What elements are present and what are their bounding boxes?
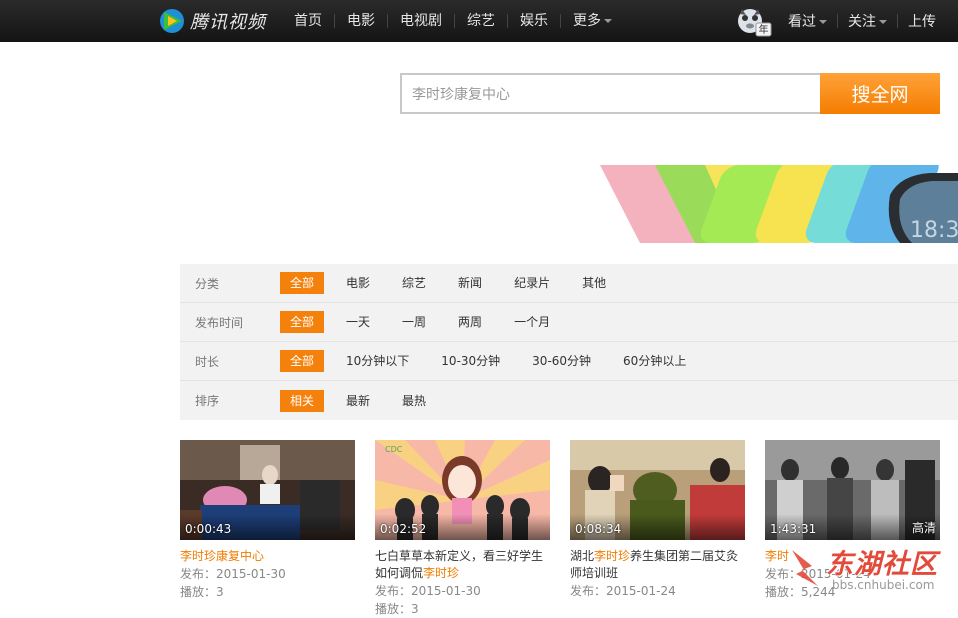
filter-label: 排序	[195, 394, 220, 408]
video-card[interactable]: 0:08:34 湖北李时珍养生集团第二届艾灸师培训班 发布：2015-01-24	[570, 440, 745, 600]
video-thumbnail[interactable]: 0:00:43	[180, 440, 355, 540]
svg-text:CDC: CDC	[385, 445, 403, 454]
watermark-text: 东湖社区	[826, 549, 938, 580]
publish-date: 发布：2015-01-30	[180, 567, 286, 581]
play-logo-icon	[160, 9, 184, 33]
filter-panel: 分类 全部 电影 综艺 新闻 纪录片 其他 发布时间 全部 一天 一周 两周 一…	[180, 264, 958, 420]
filter-option-30-60[interactable]: 30-60分钟	[532, 350, 591, 372]
filter-option-other[interactable]: 其他	[582, 272, 606, 294]
filter-row-publish-time: 发布时间 全部 一天 一周 两周 一个月	[180, 303, 958, 342]
sort-option-hottest[interactable]: 最热	[402, 390, 426, 412]
filter-option-one-day[interactable]: 一天	[346, 311, 370, 333]
filter-row-sort: 排序 相关 最新 最热	[180, 381, 958, 420]
filter-option-all[interactable]: 全部	[280, 272, 325, 294]
logo-text: 腾讯视频	[190, 12, 266, 33]
watermark-url: bbs.cnhubei.com	[832, 578, 935, 592]
filter-options: 全部 一天 一周 两周 一个月	[280, 311, 582, 333]
filter-option-news[interactable]: 新闻	[458, 272, 482, 294]
play-count: 播放：3	[375, 602, 419, 616]
sort-option-relevance[interactable]: 相关	[280, 389, 325, 412]
chevron-down-icon	[819, 20, 827, 24]
title-text: 湖北	[570, 549, 595, 563]
sort-option-latest[interactable]: 最新	[346, 390, 370, 412]
filter-option-variety[interactable]: 综艺	[402, 272, 426, 294]
video-card[interactable]: CDC 0:02:52 七白草草本新定义，看三好学生如何调侃李时珍 发布：201…	[375, 440, 550, 618]
nav-more[interactable]: 更多	[561, 13, 624, 29]
top-bar: 腾讯视频 首页 电影 电视剧 综艺 娱乐 更多 年 看过 关注 上传	[0, 0, 958, 42]
nav-variety[interactable]: 综艺	[455, 13, 507, 29]
user-area: 年 看过 关注 上传	[734, 0, 946, 42]
search-input[interactable]	[402, 75, 820, 112]
nav-movies[interactable]: 电影	[335, 13, 387, 29]
video-duration: 1:43:31	[770, 522, 817, 536]
upload-button[interactable]: 上传	[898, 11, 946, 31]
video-duration: 0:08:34	[575, 522, 622, 536]
filter-label: 时长	[195, 354, 220, 369]
title-highlight: 李时珍	[594, 549, 631, 563]
promo-banner[interactable]: 18:3	[600, 165, 958, 243]
filter-row-duration: 时长 全部 10分钟以下 10-30分钟 30-60分钟 60分钟以上	[180, 342, 958, 381]
video-title[interactable]: 七白草草本新定义，看三好学生如何调侃李时珍	[375, 548, 550, 582]
filter-option-under-10[interactable]: 10分钟以下	[346, 350, 409, 372]
filter-option-one-month[interactable]: 一个月	[514, 311, 550, 333]
search-box	[400, 73, 820, 114]
avatar-badge: 年	[759, 23, 769, 36]
publish-date: 发布：2015-01-24	[570, 584, 676, 598]
publish-date: 发布：2015-01-30	[375, 584, 481, 598]
filter-option-movie[interactable]: 电影	[346, 272, 370, 294]
filter-options: 全部 10分钟以下 10-30分钟 30-60分钟 60分钟以上	[280, 350, 718, 372]
nav-entertainment[interactable]: 娱乐	[508, 13, 560, 29]
video-duration: 0:02:52	[380, 522, 427, 536]
filter-options: 相关 最新 最热	[280, 389, 458, 412]
hd-badge: 高清	[911, 521, 936, 535]
chevron-down-icon	[879, 20, 887, 24]
video-thumbnail[interactable]: 1:43:31 高清	[765, 440, 940, 540]
follow-label: 关注	[848, 14, 876, 30]
video-title[interactable]: 湖北李时珍养生集团第二届艾灸师培训班	[570, 548, 745, 582]
site-watermark: 东湖社区 bbs.cnhubei.com	[760, 540, 958, 600]
main-nav: 首页 电影 电视剧 综艺 娱乐 更多	[282, 0, 624, 42]
chevron-down-icon	[604, 19, 612, 23]
filter-option-documentary[interactable]: 纪录片	[514, 272, 550, 294]
filter-option-two-weeks[interactable]: 两周	[458, 311, 482, 333]
filter-option-one-week[interactable]: 一周	[402, 311, 426, 333]
follow-menu[interactable]: 关注	[838, 11, 897, 31]
video-thumbnail[interactable]: CDC 0:02:52	[375, 440, 550, 540]
avatar[interactable]: 年	[734, 5, 772, 37]
filter-label: 发布时间	[195, 315, 244, 330]
history-menu[interactable]: 看过	[778, 11, 837, 31]
watermark-logo-icon	[792, 550, 818, 586]
history-label: 看过	[788, 14, 816, 30]
play-count: 播放：3	[180, 585, 224, 599]
filter-option-over-60[interactable]: 60分钟以上	[623, 350, 686, 372]
filter-option-all[interactable]: 全部	[280, 311, 325, 333]
filter-options: 全部 电影 综艺 新闻 纪录片 其他	[280, 272, 638, 294]
video-duration: 0:00:43	[185, 522, 232, 536]
video-card[interactable]: 0:00:43 李时珍康复中心 发布：2015-01-30 播放：3	[180, 440, 355, 601]
svg-text:18:3: 18:3	[910, 218, 958, 243]
title-highlight: 李时珍	[423, 566, 460, 580]
video-title[interactable]: 李时珍康复中心	[180, 548, 355, 565]
nav-home[interactable]: 首页	[282, 13, 334, 29]
video-thumbnail[interactable]: 0:08:34	[570, 440, 745, 540]
logo[interactable]: 腾讯视频	[158, 7, 266, 35]
filter-row-category: 分类 全部 电影 综艺 新闻 纪录片 其他	[180, 264, 958, 303]
filter-option-10-30[interactable]: 10-30分钟	[441, 350, 500, 372]
nav-more-label: 更多	[573, 13, 601, 29]
nav-tv-series[interactable]: 电视剧	[388, 13, 454, 29]
filter-label: 分类	[195, 276, 220, 291]
title-highlight: 李时珍康复中心	[180, 549, 265, 563]
filter-option-all[interactable]: 全部	[280, 350, 325, 372]
search-button[interactable]: 搜全网	[820, 73, 940, 114]
